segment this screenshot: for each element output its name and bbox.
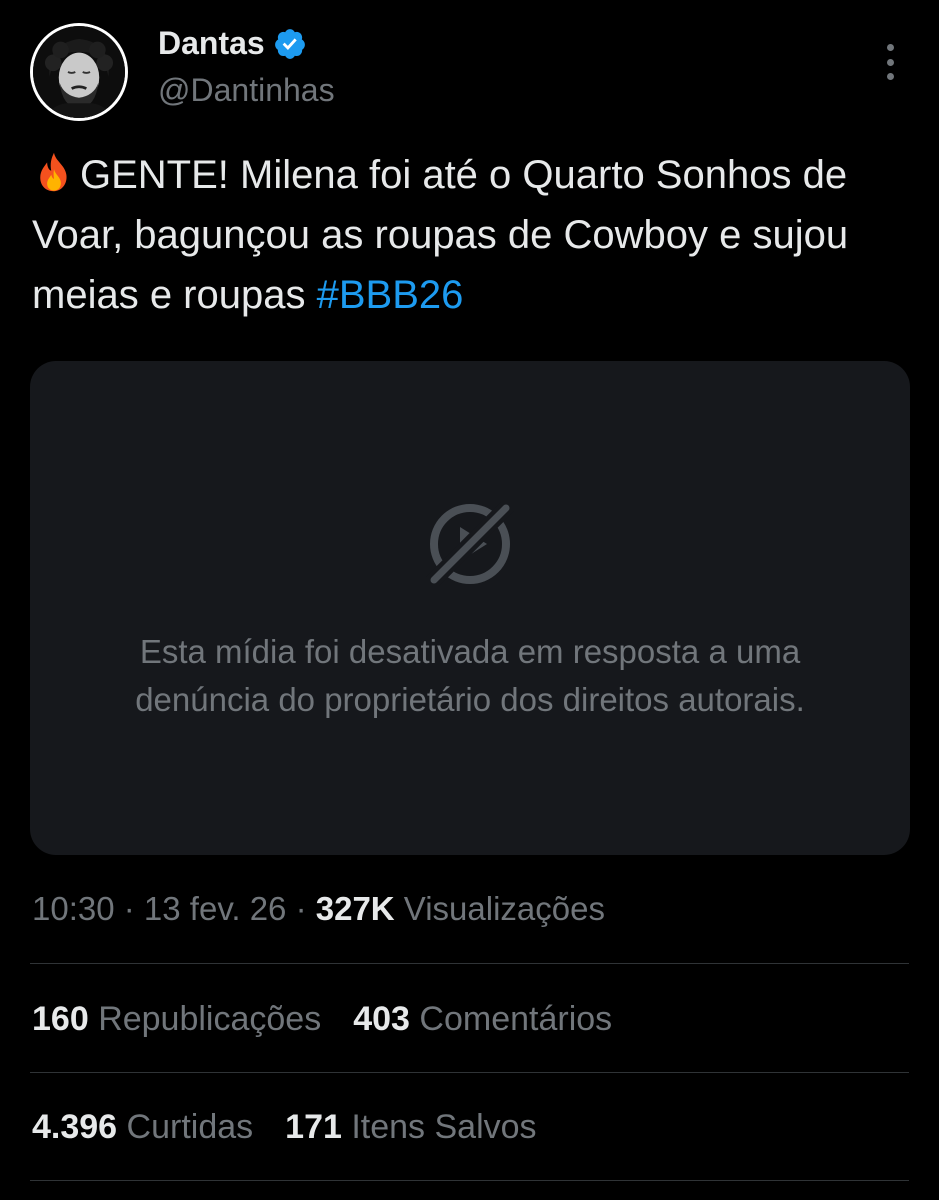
fire-icon <box>40 152 67 192</box>
tweet-detail: Dantas @Dantinhas GENTE! Milena foi até … <box>0 0 939 1200</box>
saved-label: Itens Salvos <box>351 1108 537 1146</box>
stats-row: 160 Republicações 403 Comentários <box>32 1000 612 1039</box>
stats-row: 4.396 Curtidas 171 Itens Salvos <box>32 1108 537 1147</box>
more-dot-icon <box>886 58 894 66</box>
tweet-meta: 10:30 · 13 fev. 26 · 327K Visualizações <box>32 890 605 928</box>
media-message-line: denúncia do proprietário dos direitos au… <box>135 681 805 718</box>
divider <box>30 1072 909 1073</box>
more-dot-icon <box>886 73 894 80</box>
media-message-line: Esta mídia foi desativada em resposta a … <box>139 633 801 670</box>
likes-count: 4.396 <box>32 1108 118 1146</box>
verified-badge-icon <box>274 28 305 59</box>
reposts-label: Republicações <box>98 1000 322 1038</box>
views-label: Visualizações <box>394 890 605 927</box>
saved-stat[interactable]: 171 Itens Salvos <box>285 1108 536 1147</box>
hashtag-link[interactable]: #BBB26 <box>317 273 464 317</box>
media-disabled-message: Esta mídia foi desativada em resposta a … <box>30 628 910 724</box>
author-name-text: Dantas <box>158 25 265 61</box>
meta-separator: · <box>286 890 316 927</box>
reposts-count: 160 <box>32 1000 89 1038</box>
avatar-image <box>33 26 125 118</box>
likes-stat[interactable]: 4.396 Curtidas <box>32 1108 253 1147</box>
avatar[interactable] <box>30 23 128 121</box>
media-disabled-icon <box>426 502 514 586</box>
more-dot-icon <box>886 44 894 51</box>
likes-label: Curtidas <box>126 1108 254 1146</box>
media-unavailable-card <box>30 361 910 855</box>
author-handle[interactable]: @Dantinhas <box>158 72 335 109</box>
comments-count: 403 <box>353 1000 410 1038</box>
comments-stat[interactable]: 403 Comentários <box>353 1000 612 1039</box>
tweet-date[interactable]: 13 fev. 26 <box>144 890 287 927</box>
views-count: 327K <box>315 890 395 927</box>
divider <box>30 1180 909 1181</box>
tweet-time[interactable]: 10:30 <box>32 890 115 927</box>
meta-separator: · <box>114 890 144 927</box>
reposts-stat[interactable]: 160 Republicações <box>32 1000 321 1039</box>
comments-label: Comentários <box>419 1000 613 1038</box>
saved-count: 171 <box>285 1108 342 1146</box>
author-name[interactable]: Dantas <box>158 25 307 62</box>
divider <box>30 963 909 964</box>
tweet-text: GENTE! Milena foi até o Quarto Sonhos de… <box>32 145 912 325</box>
more-options-button[interactable] <box>874 44 906 80</box>
